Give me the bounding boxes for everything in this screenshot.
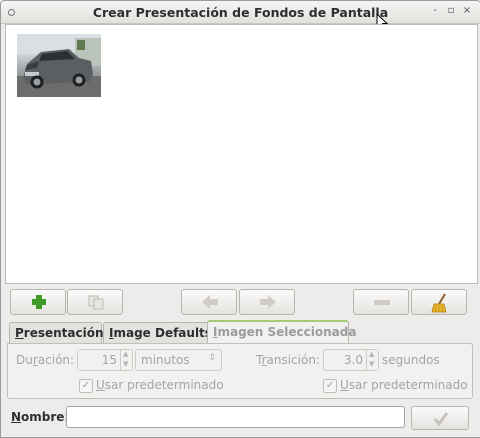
spin-up-icon: ▲ (123, 350, 129, 358)
move-left-button[interactable] (181, 289, 237, 315)
copy-icon (88, 295, 104, 310)
transition-value: 3.0 (343, 353, 363, 367)
name-label: Nombre: (11, 410, 70, 424)
tab-imagen-seleccionada[interactable]: Imagen Seleccionada (207, 320, 356, 343)
car-thumbnail[interactable] (17, 34, 101, 97)
name-input[interactable] (66, 406, 405, 428)
spin-down-icon: ▼ (369, 360, 375, 368)
duration-value: 15 (101, 353, 117, 367)
ok-button[interactable] (411, 406, 469, 430)
spin-down-icon: ▼ (123, 360, 129, 368)
duration-label: Duración: (16, 353, 75, 367)
duration-unit-value: minutos (141, 353, 190, 367)
image-icon-view[interactable] (5, 24, 478, 284)
tab-presentacion[interactable]: Presentación (9, 322, 104, 343)
tab-label: mage Defaults (113, 326, 212, 340)
tab-label-accel: P (15, 326, 24, 340)
tab-label: resentación (23, 326, 104, 340)
chevron-updown-icon: ⇕ (208, 353, 216, 363)
title-bar: Crear Presentación de Fondos de Pantalla… (1, 1, 480, 24)
spinner-arrows[interactable]: ▲ ▼ (366, 350, 378, 370)
use-default-duration-checkbox[interactable]: ✓ (79, 379, 93, 393)
maximize-icon[interactable]: ▫ (444, 4, 458, 18)
car-photo-icon (17, 34, 101, 97)
clear-list-button[interactable] (411, 289, 467, 315)
slideshow-window: Crear Presentación de Fondos de Pantalla… (0, 0, 480, 438)
spinner-arrows[interactable]: ▲ ▼ (120, 350, 132, 370)
window-title: Crear Presentación de Fondos de Pantalla (92, 5, 389, 20)
minus-icon (374, 300, 390, 305)
spin-up-icon: ▲ (369, 350, 375, 358)
tab-image-defaults[interactable]: Image Defaults (103, 322, 212, 343)
tab-label: magen Seleccionada (217, 325, 357, 339)
arrow-left-icon (202, 295, 218, 309)
duration-unit-select[interactable]: minutos ⇕ (135, 349, 222, 371)
broom-icon (431, 293, 447, 313)
move-right-button[interactable] (239, 289, 295, 315)
use-default-transition-label: Usar predeterminado (340, 378, 468, 392)
remove-image-button[interactable] (353, 289, 409, 315)
plus-icon (32, 295, 46, 309)
use-default-transition-checkbox[interactable]: ✓ (323, 379, 337, 393)
arrow-right-icon (260, 295, 276, 309)
tab-panel: Duración: 15 ▲ ▼ minutos ⇕ Transición: 3.… (7, 343, 473, 399)
copy-image-button[interactable] (67, 289, 123, 315)
transition-unit-label: segundos (382, 353, 440, 367)
use-default-duration-label: Usar predeterminado (96, 378, 224, 392)
transition-label: Transición: (256, 353, 320, 367)
duration-spinner[interactable]: 15 ▲ ▼ (77, 349, 133, 371)
transition-spinner[interactable]: 3.0 ▲ ▼ (323, 349, 379, 371)
add-image-button[interactable] (10, 289, 66, 315)
minimize-icon[interactable]: ‐ (428, 4, 442, 18)
close-icon[interactable]: × (460, 4, 474, 18)
checkmark-icon (433, 412, 449, 427)
